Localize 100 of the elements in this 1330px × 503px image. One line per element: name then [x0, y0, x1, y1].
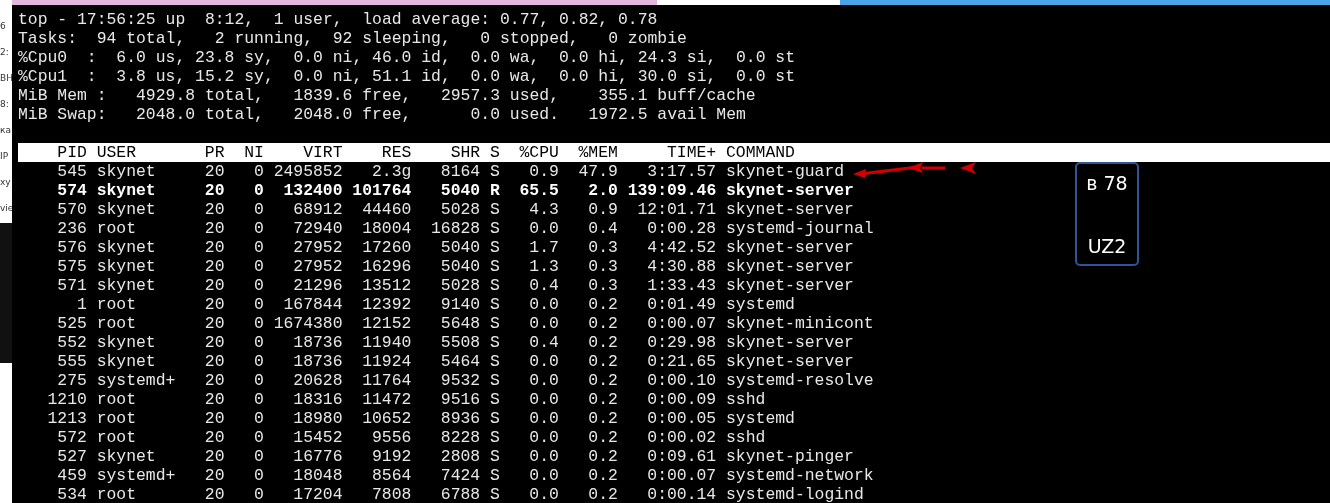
table-cell-text: 5040 — [439, 257, 481, 276]
table-cell-text: 8936 — [439, 409, 481, 428]
table-cell-text: 0.2 — [587, 447, 618, 466]
note-text: в 78 — [1086, 174, 1128, 193]
table-cell-text: 0.0 — [528, 447, 559, 466]
table-cell-text: 5028 — [439, 200, 481, 219]
text-fragment: IP — [0, 152, 10, 161]
table-cell-text: 20 — [203, 295, 225, 314]
table-cell-text: 20 — [203, 390, 225, 409]
table-cell-text: 0 — [253, 257, 264, 276]
table-cell-text: 0.0 — [528, 390, 559, 409]
table-cell-text: 0 — [253, 390, 264, 409]
table-cell-text: 16828 — [430, 219, 481, 238]
table-cell-text: 20 — [203, 257, 225, 276]
table-cell-text: 0.2 — [587, 428, 618, 447]
table-cell-text: 7808 — [371, 485, 412, 503]
table-cell-text: 0 — [253, 238, 264, 257]
table-cell-text: skynet — [96, 276, 157, 295]
table-cell-text: root — [96, 314, 138, 333]
column-header: PID — [56, 143, 87, 162]
table-cell-text: 0:00.07 — [646, 314, 717, 333]
table-cell-text: 13512 — [361, 276, 412, 295]
table-cell: systemd-journal — [726, 219, 874, 238]
table-cell-text: 0.2 — [587, 352, 618, 371]
table-cell-text: 0:00.02 — [646, 428, 717, 447]
table-cell-text: 16296 — [361, 257, 412, 276]
table-cell-text: 0:09.61 — [646, 447, 717, 466]
table-cell: systemd — [726, 409, 795, 428]
table-cell-text: 2808 — [439, 447, 481, 466]
table-cell: S — [490, 352, 500, 371]
table-cell-text: 0:00.05 — [646, 409, 717, 428]
table-cell-text: 6788 — [439, 485, 481, 503]
table-cell-text: 0 — [253, 352, 264, 371]
table-cell-text: root — [96, 390, 138, 409]
table-cell: systemd-network — [726, 466, 874, 485]
table-cell-text: 527 — [56, 447, 87, 466]
column-header: SHR — [449, 143, 481, 162]
table-cell-text: 20 — [203, 238, 225, 257]
column-header: RES — [380, 143, 412, 162]
text-fragment: 8: — [0, 100, 10, 109]
table-cell: S — [490, 314, 500, 333]
table-cell-text: 0.3 — [587, 276, 618, 295]
table-cell-text: 552 — [56, 333, 87, 352]
table-cell-text: 20 — [203, 466, 225, 485]
table-cell-text: 0.0 — [528, 466, 559, 485]
table-cell-text: 1:33.43 — [646, 276, 717, 295]
table-cell: S — [490, 409, 500, 428]
table-cell-text: skynet — [96, 257, 157, 276]
table-cell-text: 0.2 — [587, 371, 618, 390]
table-cell-text: 0 — [253, 333, 264, 352]
table-cell-text: 20 — [203, 162, 225, 181]
table-cell-text: 8564 — [371, 466, 412, 485]
table-cell-text: 1.7 — [528, 238, 559, 257]
table-cell-text: 0 — [253, 371, 264, 390]
table-cell-text: 5648 — [439, 314, 481, 333]
table-cell-text: 72940 — [292, 219, 343, 238]
summary-line: MiB Swap: 2048.0 total, 2048.0 free, 0.0 used. 1972.5 avail Mem — [17, 105, 746, 124]
table-cell: S — [490, 162, 500, 181]
table-cell-text: 20 — [203, 428, 225, 447]
table-cell: systemd — [726, 295, 795, 314]
table-cell-text: 0.4 — [528, 276, 559, 295]
table-cell-text: systemd+ — [96, 371, 177, 390]
table-cell-text: 47.9 — [577, 162, 618, 181]
table-cell-text: 12392 — [361, 295, 412, 314]
table-cell: 2495852 — [273, 162, 343, 181]
table-cell-text: root — [96, 485, 138, 503]
table-cell-text: 9192 — [371, 447, 412, 466]
table-cell-text: root — [96, 409, 138, 428]
table-cell-text: 1.3 — [528, 257, 559, 276]
column-header: TIME+ — [666, 143, 717, 162]
table-cell-text: 20 — [203, 352, 225, 371]
table-cell: sshd — [726, 390, 766, 409]
table-cell-text: 1 — [76, 295, 87, 314]
table-cell-text: 0 — [253, 314, 264, 333]
table-cell-text: 20 — [203, 371, 225, 390]
table-cell-text: 0:29.98 — [646, 333, 717, 352]
table-cell-text: 5464 — [439, 352, 481, 371]
table-cell-text: 20 — [203, 333, 225, 352]
table-cell-text: 0 — [253, 447, 264, 466]
table-cell: skynet-minicont — [726, 314, 874, 333]
table-cell-text: 0 — [253, 485, 264, 503]
table-cell-text: 132400 — [282, 181, 343, 200]
table-cell-text: 9556 — [371, 428, 412, 447]
table-cell: systemd-resolve — [726, 371, 874, 390]
table-cell: S — [490, 295, 500, 314]
column-header: S — [490, 143, 500, 162]
table-cell: S — [490, 466, 500, 485]
text-fragment: ка — [0, 126, 12, 135]
table-cell-text: 8164 — [439, 162, 481, 181]
table-cell-text: 0.3 — [587, 257, 618, 276]
table-cell-text: 3:17.57 — [646, 162, 717, 181]
table-cell-text: 17260 — [361, 238, 412, 257]
summary-line: %Cpu0 : 6.0 us, 23.8 sy, 0.0 ni, 46.0 id, 0.0 wa, 0.0 hi, 24.3 si, 0.0 st — [17, 48, 796, 67]
table-cell-text: 0:21.65 — [646, 352, 717, 371]
table-cell-text: 555 — [56, 352, 87, 371]
table-cell-text: 570 — [56, 200, 87, 219]
table-cell-text: 0 — [253, 162, 264, 181]
table-cell-text: 0.3 — [587, 238, 618, 257]
table-cell-text: 16776 — [292, 447, 343, 466]
table-cell-text: 0 — [253, 181, 264, 200]
